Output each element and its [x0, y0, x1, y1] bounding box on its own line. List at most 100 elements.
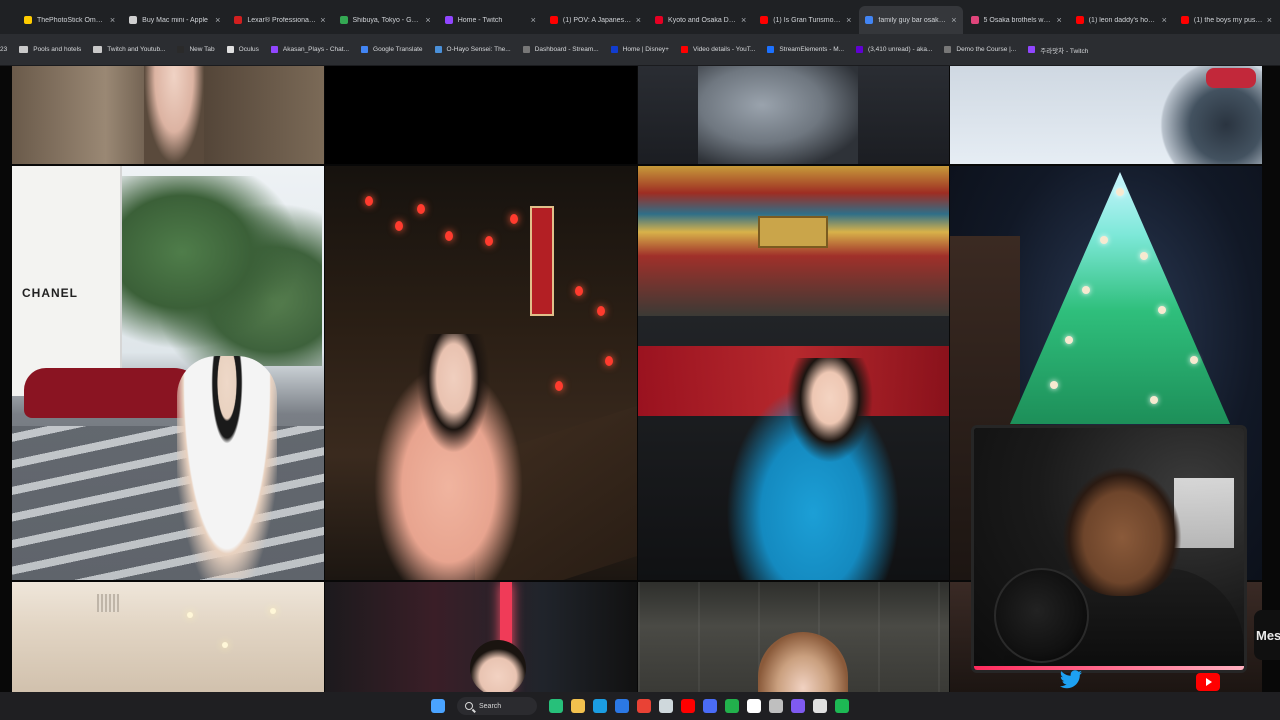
bookmark-item[interactable]: New Tab [177, 46, 215, 53]
chrome-icon[interactable] [637, 699, 651, 713]
google-icon [865, 16, 874, 24]
copilot-icon[interactable] [549, 699, 563, 713]
browser-tab[interactable]: family guy bar osaka - Goo × [859, 6, 963, 34]
ornament [1150, 396, 1158, 404]
bookmark-item[interactable]: Akasan_Plays - Chat... [270, 46, 349, 53]
favicon-icon [856, 46, 864, 53]
photo-tile-r1c1[interactable] [12, 66, 324, 164]
close-icon[interactable]: × [741, 15, 746, 25]
browser-tab[interactable]: Home - Twitch × [439, 6, 542, 34]
photo-tile-r3c3[interactable] [638, 582, 949, 692]
bookmark-label: Video details - YouT... [692, 46, 756, 53]
tab-title: Buy Mac mini - Apple [142, 16, 208, 24]
folder-icon [93, 46, 103, 53]
favicon-icon [944, 46, 952, 53]
lantern [575, 286, 583, 296]
store-icon[interactable] [703, 699, 717, 713]
photo-tile-r3c1[interactable] [12, 582, 324, 692]
taskbar-search[interactable]: Search [457, 697, 537, 715]
tiktok-icon[interactable] [813, 699, 827, 713]
close-icon[interactable]: × [636, 15, 641, 25]
photo-tile-r1c3[interactable] [638, 66, 949, 164]
favicon-icon [361, 46, 369, 53]
capcut-icon[interactable] [747, 699, 761, 713]
favicon-icon [177, 46, 185, 53]
bookmark-folder[interactable]: Pools and hotels [19, 46, 81, 53]
lantern [605, 356, 613, 366]
search-icon [465, 702, 473, 710]
browser-tab[interactable]: 5 Osaka brothels where yo× [965, 6, 1068, 34]
bookmark-folder[interactable]: Twitch and Youtub... [93, 46, 165, 53]
lantern [485, 236, 493, 246]
lantern [597, 306, 605, 316]
photo-tile-r2c1[interactable]: CHANEL [12, 166, 324, 580]
tab-title: Kyoto and Osaka Day Trip [668, 16, 737, 24]
close-icon[interactable]: × [531, 15, 536, 25]
crosswalk [12, 426, 324, 580]
browser-tab[interactable]: (1) leon daddy's home - Yo × [1070, 6, 1173, 34]
file-explorer-icon[interactable] [571, 699, 585, 713]
chat-peek-label: Mes [1256, 627, 1280, 643]
browser-tab[interactable]: Buy Mac mini - Apple × [123, 6, 226, 34]
browser-tab[interactable]: (1) the boys my pussy - Yo × [1175, 6, 1278, 34]
youtube-icon [1075, 16, 1084, 24]
photo-tile-r3c2[interactable] [325, 582, 637, 692]
browser-tab[interactable]: Shibuya, Tokyo - Google M× [334, 6, 437, 34]
bookmark-label: StreamElements - M... [779, 46, 845, 53]
browser-tab[interactable]: (1) POV: A Japanese Girl G × [544, 6, 647, 34]
photo-tile-r1c2[interactable] [325, 66, 637, 164]
close-icon[interactable]: × [951, 15, 956, 25]
bookmark-item[interactable]: StreamElements - M... [767, 46, 844, 53]
tab-title: (1) the boys my pussy - Yo [1193, 16, 1263, 24]
photo-tile-r2c3[interactable] [638, 166, 949, 580]
pinterest-icon [655, 16, 664, 24]
close-icon[interactable]: × [846, 15, 851, 25]
bookmark-label: Dashboard - Stream... [534, 46, 599, 53]
photostick-icon [24, 16, 32, 24]
browser-tab[interactable]: Kyoto and Osaka Day Trip × [649, 6, 752, 34]
tab-title: (1) POV: A Japanese Girl G [562, 16, 632, 24]
close-icon[interactable]: × [425, 15, 430, 25]
bookmark-label: New Tab [189, 46, 215, 53]
close-icon[interactable]: × [1056, 15, 1061, 25]
close-icon[interactable]: × [215, 15, 220, 25]
favicon-icon [522, 46, 530, 53]
close-icon[interactable]: × [320, 15, 325, 25]
bookmark-label: O-Hayo Sensei: The... [446, 46, 511, 53]
spotify-icon[interactable] [835, 699, 849, 713]
obs-icon[interactable] [769, 699, 783, 713]
bookmark-item[interactable]: Google Translate [361, 46, 423, 53]
photo-tile-r1c4[interactable] [950, 66, 1262, 164]
bookmark-item[interactable]: Home | Disney+ [610, 46, 669, 53]
microphone-icon [994, 568, 1089, 663]
bookmark-item[interactable]: Dashboard - Stream... [522, 46, 599, 53]
bookmark-item[interactable]: Oculus [226, 46, 259, 53]
mail-icon[interactable] [615, 699, 629, 713]
bookmark-item[interactable]: O-Hayo Sensei: The... [434, 46, 511, 53]
close-icon[interactable]: × [110, 15, 115, 25]
photo-tile-r2c2[interactable] [325, 166, 637, 580]
edge-icon[interactable] [593, 699, 607, 713]
windows-start-icon[interactable] [431, 699, 445, 713]
lantern [445, 231, 453, 241]
xbox-icon[interactable] [725, 699, 739, 713]
bookmark-item[interactable]: Video details - YouT... [680, 46, 756, 53]
bookmark-item[interactable]: (3,410 unread) - aka... [856, 46, 932, 53]
twitch-icon [444, 16, 453, 24]
bookmark-item: 23 [0, 46, 7, 53]
bookmark-item[interactable]: 주라맛차 - Twitch [1028, 45, 1088, 55]
close-icon[interactable]: × [1162, 15, 1167, 25]
browser-tab[interactable]: ThePhotoStick Omni 3208 × [18, 6, 121, 34]
notepad-icon[interactable] [659, 699, 673, 713]
favicon-icon [434, 46, 442, 53]
close-icon[interactable]: × [1267, 15, 1272, 25]
favicon-icon [610, 46, 618, 53]
tab-title: 5 Osaka brothels where yo [983, 16, 1053, 24]
youtube-icon[interactable] [681, 699, 695, 713]
youtube-icon [1180, 16, 1189, 24]
vpn-icon[interactable] [791, 699, 805, 713]
browser-tab[interactable]: Lexar® Professional Go Po × [228, 6, 331, 34]
browser-tab[interactable]: (1) Is Gran Turismo The B × [754, 6, 857, 34]
bookmark-item[interactable]: Demo the Course |... [944, 46, 1016, 53]
chat-panel-tab[interactable]: Mes [1254, 610, 1280, 660]
